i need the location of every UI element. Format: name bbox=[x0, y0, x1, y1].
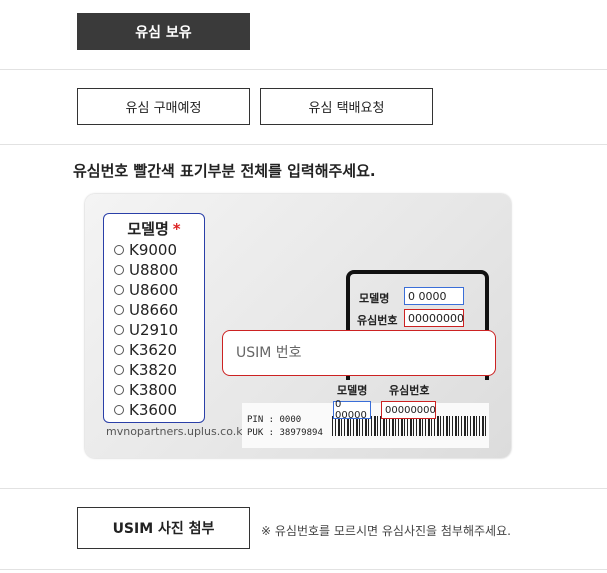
photo-notice-text: ※ 유심번호를 모르시면 유심사진을 첨부해주세요. bbox=[261, 524, 511, 538]
model-option-k9000[interactable]: K9000 bbox=[114, 240, 178, 260]
pin-puk-text: PIN : 0000 PUK : 38979894 bbox=[247, 415, 323, 438]
radio-icon[interactable] bbox=[114, 325, 124, 335]
bottom-usim-label: 유심번호 bbox=[389, 384, 430, 397]
required-mark: * bbox=[172, 220, 181, 238]
slot-model-value: 0 0000 bbox=[404, 287, 464, 305]
model-select-panel: 모델명 * K9000 U8800 U8600 U8660 U2910 K3620… bbox=[103, 213, 205, 423]
slot-model-label: 모델명 bbox=[359, 292, 390, 305]
radio-icon[interactable] bbox=[114, 305, 124, 315]
usim-owned-button[interactable]: 유심 보유 bbox=[77, 13, 250, 50]
radio-icon[interactable] bbox=[114, 385, 124, 395]
model-option-u8660[interactable]: U8660 bbox=[114, 300, 178, 320]
radio-icon[interactable] bbox=[114, 365, 124, 375]
divider-lower bbox=[0, 488, 607, 489]
radio-icon[interactable] bbox=[114, 285, 124, 295]
usim-delivery-button[interactable]: 유심 택배요청 bbox=[260, 88, 433, 125]
radio-icon[interactable] bbox=[114, 345, 124, 355]
usim-number-input[interactable] bbox=[222, 330, 496, 376]
model-option-k3820[interactable]: K3820 bbox=[114, 360, 178, 380]
slot-usim-value: 00000000 bbox=[404, 309, 464, 327]
divider-middle bbox=[0, 144, 607, 145]
model-option-k3620[interactable]: K3620 bbox=[114, 340, 178, 360]
bottom-usim-value: 00000000 bbox=[381, 401, 436, 419]
radio-icon[interactable] bbox=[114, 265, 124, 275]
bottom-model-label: 모델명 bbox=[337, 384, 368, 397]
model-option-k3600[interactable]: K3600 bbox=[114, 400, 178, 420]
divider-bottom bbox=[0, 569, 607, 570]
model-option-u2910[interactable]: U2910 bbox=[114, 320, 178, 340]
radio-icon[interactable] bbox=[114, 405, 124, 415]
model-option-k3800[interactable]: K3800 bbox=[114, 380, 178, 400]
usim-photo-attach-button[interactable]: USIM 사진 첨부 bbox=[77, 507, 250, 549]
model-option-list: K9000 U8800 U8600 U8660 U2910 K3620 K382… bbox=[114, 240, 178, 420]
card-domain-text: mvnopartners.uplus.co.kr bbox=[106, 425, 248, 438]
radio-icon[interactable] bbox=[114, 245, 124, 255]
bottom-model-value: 0 00000 bbox=[333, 399, 371, 421]
instruction-text: 유심번호 빨간색 표기부분 전체를 입력해주세요. bbox=[73, 162, 376, 180]
model-option-u8800[interactable]: U8800 bbox=[114, 260, 178, 280]
divider-top bbox=[0, 69, 607, 70]
model-option-u8600[interactable]: U8600 bbox=[114, 280, 178, 300]
model-title: 모델명 * bbox=[127, 220, 181, 238]
usim-purchase-button[interactable]: 유심 구매예정 bbox=[77, 88, 250, 125]
slot-usim-label: 유심번호 bbox=[357, 314, 398, 327]
